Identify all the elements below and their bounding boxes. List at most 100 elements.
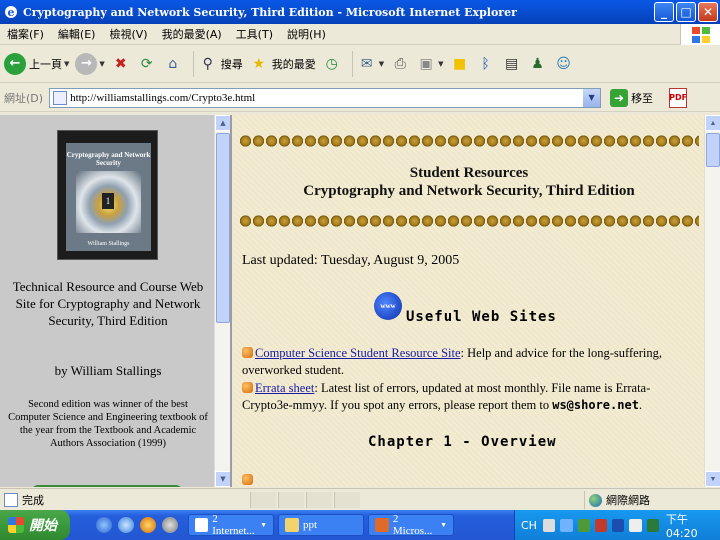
print-icon[interactable]: ⎙ — [390, 53, 410, 75]
award-text: Second edition was winner of the best Co… — [8, 399, 208, 449]
book-cover-image[interactable]: Cryptography and Network Security 1 Will… — [57, 130, 158, 260]
status-pane — [250, 492, 276, 508]
note-icon[interactable]: ■ — [450, 53, 470, 75]
go-label: 移至 — [631, 91, 654, 105]
status-pane — [278, 492, 304, 508]
windows-flag-icon — [8, 517, 24, 533]
scroll-down-arrow-icon[interactable]: ▼ — [215, 471, 230, 487]
messenger-icon[interactable]: ♟ — [528, 53, 548, 75]
language-indicator[interactable]: CH — [521, 519, 537, 532]
bead-divider-top — [239, 135, 699, 147]
scroll-up-arrow-icon[interactable]: ▲ — [215, 115, 230, 131]
star-icon: ★ — [252, 55, 266, 72]
clock: 下午 04:20 — [665, 512, 698, 540]
search-icon[interactable] — [162, 517, 178, 533]
task-internet-explorer[interactable]: 2 Internet... ▼ — [188, 513, 274, 537]
page-icon — [4, 492, 18, 507]
menu-view[interactable]: 檢視(V) — [102, 26, 154, 42]
outlook-icon[interactable] — [118, 517, 134, 533]
close-button[interactable]: ✕ — [698, 2, 718, 22]
security-zone: 網際網路 — [584, 491, 650, 509]
menu-favorites[interactable]: 我的最愛(A) — [155, 26, 229, 42]
mail-button[interactable]: ✉ ▼ — [357, 49, 384, 79]
byline: by William Stallings — [54, 363, 162, 378]
status-pane — [334, 492, 360, 508]
address-input[interactable]: http://williamstallings.com/Crypto3e.htm… — [49, 87, 602, 108]
window-title: Cryptography and Network Security, Third… — [23, 5, 517, 19]
messenger-icon[interactable] — [646, 518, 659, 532]
network-icon[interactable] — [560, 518, 573, 532]
section-useful-web-sites: Useful Web Sites — [406, 309, 557, 325]
task-label: ppt — [303, 519, 318, 531]
task-label: 2 Micros... — [392, 513, 433, 537]
folder-icon — [285, 518, 299, 532]
start-button[interactable]: 開始 — [0, 510, 70, 540]
taskbar: 開始 2 Internet... ▼ ppt 2 Micros... ▼ CH … — [0, 510, 720, 540]
minimize-button[interactable]: _ — [654, 2, 674, 22]
list-item: Errata sheet: Latest list of errors, upd… — [242, 380, 692, 414]
users-icon[interactable]: ☺ — [554, 53, 574, 75]
zone-label: 網際網路 — [606, 494, 650, 507]
site-title: Technical Resource and Course Web Site f… — [12, 279, 204, 328]
back-button[interactable]: ← 上一頁 ▼ — [4, 49, 69, 79]
title-bar: e Cryptography and Network Security, Thi… — [0, 0, 720, 24]
shield-icon[interactable] — [594, 518, 608, 532]
stop-icon[interactable]: ✖ — [111, 53, 131, 75]
search-label: 搜尋 — [220, 57, 243, 71]
book-cover-inner: Cryptography and Network Security 1 Will… — [66, 143, 151, 251]
scroll-up-arrow-icon[interactable]: ▲ — [705, 115, 720, 131]
toolbar-separator — [192, 50, 194, 77]
errata-sheet-link[interactable]: Errata sheet — [255, 381, 314, 395]
last-updated: Last updated: Tuesday, August 9, 2005 — [242, 253, 460, 268]
archive-icon[interactable]: ▤ — [502, 53, 522, 75]
cs-student-resource-link[interactable]: Computer Science Student Resource Site — [255, 346, 461, 360]
history-icon[interactable]: ◷ — [322, 53, 342, 75]
scroll-thumb[interactable] — [706, 133, 720, 167]
address-label: 網址(D) — [4, 91, 44, 105]
main-frame: Student Resources Cryptography and Netwo… — [234, 115, 720, 487]
pdf-icon[interactable]: PDF — [669, 87, 688, 108]
menu-file[interactable]: 檔案(F) — [0, 26, 51, 42]
mail-icon: ✉ — [360, 55, 373, 72]
status-panes — [250, 492, 362, 508]
page-subheading: Cryptography and Network Security, Third… — [303, 183, 635, 199]
chevron-down-icon: ▼ — [438, 59, 444, 68]
media-player-icon[interactable] — [140, 517, 156, 533]
edit-button[interactable]: ▣ ▼ — [416, 49, 444, 79]
bluetooth-icon[interactable]: ᛒ — [476, 53, 496, 75]
edit-icon: ▣ — [419, 55, 433, 72]
search-button[interactable]: ⚲ 搜尋 — [198, 49, 243, 79]
cover-artwork: 1 — [76, 171, 141, 233]
email-address[interactable]: ws@shore.net — [552, 398, 639, 412]
maximize-button[interactable]: □ — [676, 2, 696, 22]
main-scrollbar[interactable]: ▲ ▼ — [704, 115, 720, 487]
start-label: 開始 — [29, 518, 57, 534]
bullet-icon — [242, 382, 253, 393]
menu-edit[interactable]: 編輯(E) — [51, 26, 103, 42]
antivirus-icon[interactable] — [577, 518, 590, 532]
favorites-button[interactable]: ★ 我的最愛 — [249, 49, 316, 79]
go-button[interactable]: ➜ 移至 — [607, 88, 654, 107]
bluetooth-icon[interactable] — [612, 518, 625, 532]
scroll-thumb[interactable] — [216, 133, 230, 323]
volume-icon[interactable] — [629, 518, 642, 532]
home-icon[interactable]: ⌂ — [163, 53, 183, 75]
page-heading: Student Resources — [409, 165, 529, 181]
ie-icon[interactable] — [96, 517, 112, 533]
left-scrollbar[interactable]: ▲ ▼ — [214, 115, 230, 487]
system-tray: CH 下午 04:20 — [514, 510, 720, 540]
address-url: http://williamstallings.com/Crypto3e.htm… — [70, 91, 256, 104]
forward-button[interactable]: → ▼ — [75, 49, 105, 79]
menu-tools[interactable]: 工具(T) — [229, 26, 280, 42]
menu-help[interactable]: 說明(H) — [280, 26, 333, 42]
keyboard-icon[interactable] — [542, 518, 556, 532]
refresh-icon[interactable]: ⟳ — [137, 53, 157, 75]
scroll-down-arrow-icon[interactable]: ▼ — [705, 471, 720, 487]
task-ppt-folder[interactable]: ppt — [278, 514, 364, 536]
chevron-down-icon: ▼ — [99, 59, 105, 68]
toolbar-separator — [351, 50, 353, 77]
green-button-partial[interactable] — [32, 485, 182, 487]
status-text: 完成 — [22, 493, 44, 507]
task-microsoft[interactable]: 2 Micros... ▼ — [368, 513, 454, 537]
chevron-down-icon[interactable]: ▼ — [583, 88, 601, 107]
